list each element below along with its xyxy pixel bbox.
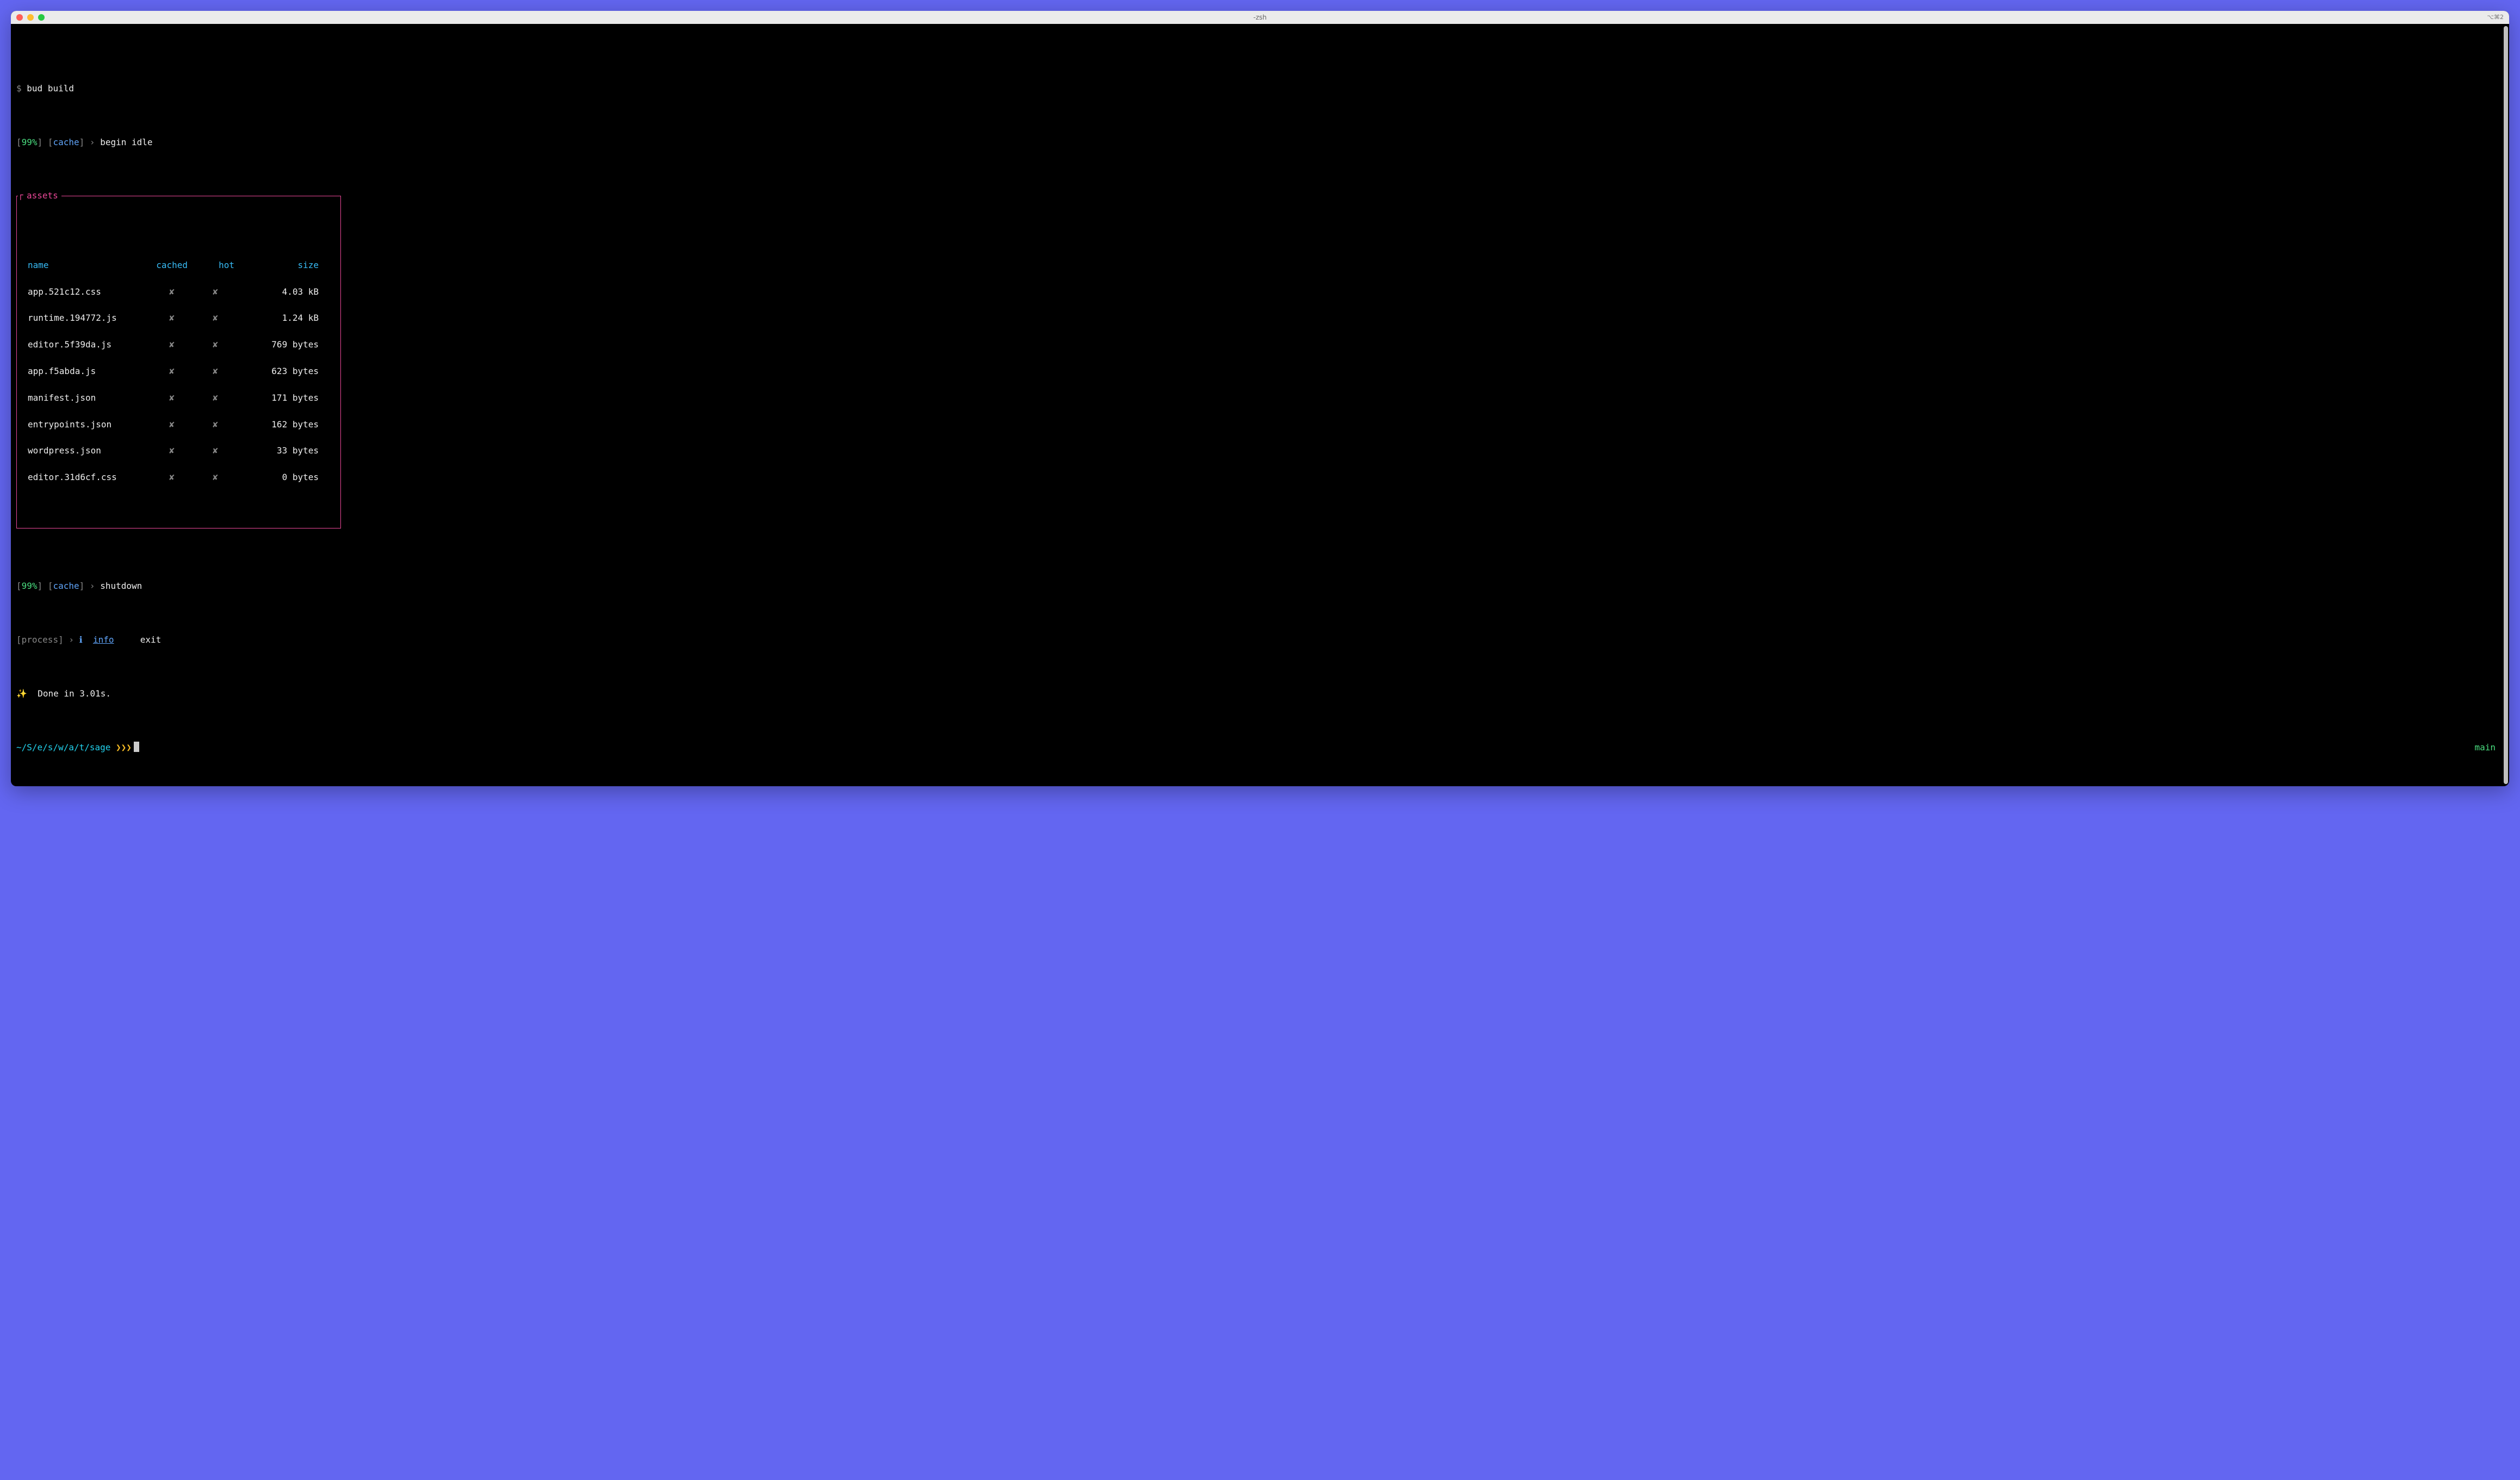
asset-name: app.f5abda.js [28,365,147,378]
asset-name: editor.5f39da.js [28,338,147,352]
asset-name: editor.31d6cf.css [28,471,147,484]
asset-size: 33 bytes [234,444,319,458]
asset-size: 162 bytes [234,418,319,432]
git-branch: main [2474,741,2496,755]
header-size: size [234,259,319,272]
assets-title: assets [23,189,61,203]
arrow-icon: › [69,635,74,645]
cross-icon: ✘ [147,391,196,405]
command-line: $ bud build [16,82,2504,96]
cross-icon: ✘ [196,418,234,432]
prompt-chevrons: ❯❯❯ [116,742,132,753]
cross-icon: ✘ [196,391,234,405]
header-cached: cached [147,259,196,272]
asset-size: 171 bytes [234,391,319,405]
header-name: name [28,259,147,272]
cross-icon: ✘ [196,338,234,352]
close-button[interactable] [16,14,23,21]
minimize-button[interactable] [27,14,34,21]
traffic-lights [16,14,45,21]
window-shortcut-label: ⌥⌘2 [2487,13,2504,22]
asset-size: 623 bytes [234,365,319,378]
info-label: info [93,635,114,645]
asset-name: runtime.194772.js [28,312,147,325]
prompt-symbol: $ [16,83,22,94]
prompt-path: ~/S/e/s/w/a/t/sage [16,742,110,753]
cross-icon: ✘ [147,471,196,484]
command-text: bud build [27,83,74,94]
asset-size: 1.24 kB [234,312,319,325]
asset-size: 769 bytes [234,338,319,352]
asset-name: wordpress.json [28,444,147,458]
prompt-line: ~/S/e/s/w/a/t/sage ❯❯❯ main [16,741,2504,755]
done-line: ✨ Done in 3.01s. [16,687,2504,701]
process-tag: process [22,635,58,645]
cursor [134,742,139,752]
assets-box: ┌ assets name cached hot size app.521c12… [16,196,341,528]
terminal-body[interactable]: $ bud build [99%] [cache] › begin idle ┌… [11,24,2509,786]
cross-icon: ✘ [147,285,196,299]
asset-name: app.521c12.css [28,285,147,299]
status-line-shutdown: [99%] [cache] › shutdown [16,580,2504,593]
window-title: -zsh [1253,13,1267,23]
status-percent: 99% [22,581,38,591]
status-tag: cache [53,137,79,147]
cross-icon: ✘ [196,365,234,378]
cross-icon: ✘ [147,312,196,325]
assets-table: name cached hot size app.521c12.css ✘ ✘ … [28,259,330,484]
arrow-icon: › [90,137,95,147]
cross-icon: ✘ [196,312,234,325]
asset-name: entrypoints.json [28,418,147,432]
cross-icon: ✘ [196,444,234,458]
cross-icon: ✘ [196,285,234,299]
status-tag: cache [53,581,79,591]
status-line-begin-idle: [99%] [cache] › begin idle [16,136,2504,150]
process-line: [process] › ℹ info exit [16,633,2504,647]
asset-name: manifest.json [28,391,147,405]
header-hot: hot [196,259,234,272]
titlebar: -zsh ⌥⌘2 [11,11,2509,24]
info-icon: ℹ [79,635,83,645]
cross-icon: ✘ [147,365,196,378]
done-text: Done in 3.01s. [38,688,111,699]
box-corner-icon: ┌ [18,189,23,202]
terminal-window: -zsh ⌥⌘2 $ bud build [99%] [cache] › beg… [11,11,2509,786]
status-percent: 99% [22,137,38,147]
sparkle-icon: ✨ [16,688,27,699]
asset-size: 4.03 kB [234,285,319,299]
status-message: begin idle [100,137,152,147]
cross-icon: ✘ [196,471,234,484]
arrow-icon: › [90,581,95,591]
maximize-button[interactable] [38,14,45,21]
status-message: shutdown [100,581,142,591]
cross-icon: ✘ [147,444,196,458]
exit-label: exit [140,635,162,645]
cross-icon: ✘ [147,418,196,432]
scrollbar[interactable] [2504,26,2508,784]
cross-icon: ✘ [147,338,196,352]
asset-size: 0 bytes [234,471,319,484]
